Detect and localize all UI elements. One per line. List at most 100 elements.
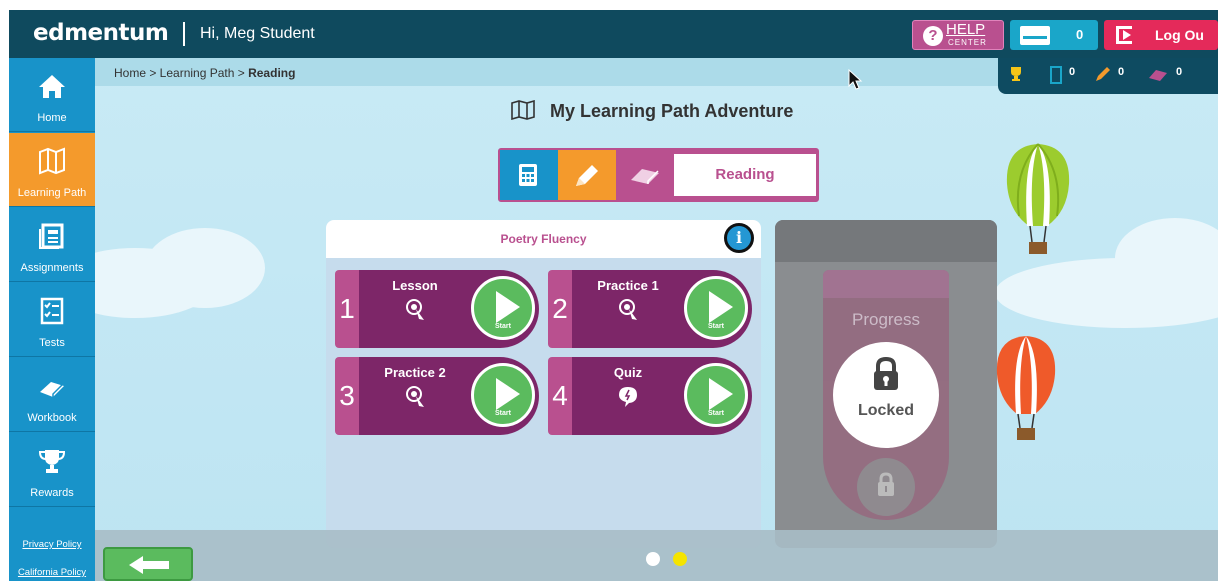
activity-number: 4 (548, 357, 572, 435)
sidebar-item-label: Rewards (30, 487, 74, 499)
start-button[interactable]: Start (471, 363, 535, 427)
quiz-icon (619, 387, 637, 407)
activity-practice-1: 2 Practice 1 Start (548, 270, 752, 348)
sidebar-item-tests[interactable]: Tests (9, 283, 95, 357)
trophy-icon (38, 450, 66, 473)
pencil-icon (1096, 67, 1110, 81)
sidebar-item-label: Home (37, 112, 67, 124)
activity-lesson: 1 Lesson Start (335, 270, 539, 348)
book-icon (631, 169, 659, 184)
activity-practice-2: 3 Practice 2 Start (335, 357, 539, 435)
greeting: Hi, Meg Student (200, 25, 315, 42)
book-count: 0 (1176, 66, 1183, 78)
question-icon: ? (923, 26, 943, 46)
california-policy-link[interactable]: California Policy (9, 567, 95, 578)
sidebar-item-home[interactable]: Home (9, 58, 95, 132)
start-label: Start (708, 323, 724, 330)
calculator-icon (1050, 66, 1062, 84)
sidebar: Home Learning Path Assignments Tests Wor… (9, 58, 95, 581)
start-button[interactable]: Start (684, 276, 748, 340)
practice-icon (406, 386, 424, 407)
activity-body: Lesson Start (359, 270, 539, 348)
progress-panel: Progress Locked (775, 220, 997, 548)
subject-reading-button[interactable] (616, 150, 674, 200)
subject-writing-button[interactable] (558, 150, 616, 200)
balloon-illustration (1006, 143, 1070, 254)
stats-panel: 0 0 0 (998, 58, 1218, 94)
book-icon (40, 382, 64, 397)
logout-icon (1116, 26, 1132, 44)
help-sublabel: CENTER (948, 38, 987, 47)
selected-subject[interactable]: Reading (674, 154, 816, 196)
book-icon (1149, 70, 1167, 81)
cursor-icon (848, 68, 863, 90)
sidebar-item-assignments[interactable]: Assignments (9, 208, 95, 282)
checklist-icon (40, 297, 64, 325)
top-bar: edmentum Hi, Meg Student ? HELP CENTER 0… (9, 10, 1218, 58)
activity-number: 3 (335, 357, 359, 435)
play-icon (709, 291, 733, 323)
logout-button[interactable]: Log Ou (1104, 20, 1218, 50)
module-panel: Poetry Fluency i 1 Lesson Start 2 Practi… (326, 220, 761, 548)
sidebar-item-label: Tests (39, 337, 65, 349)
practice-icon (619, 299, 637, 320)
pencil-icon (576, 165, 598, 186)
activity-quiz: 4 Quiz Start (548, 357, 752, 435)
progress-card-top (823, 270, 949, 298)
help-center-button[interactable]: ? HELP CENTER (912, 20, 1004, 50)
privacy-policy-link[interactable]: Privacy Policy (9, 539, 95, 550)
sidebar-item-label: Assignments (20, 262, 84, 274)
subject-math-button[interactable] (500, 150, 558, 200)
lock-icon (878, 472, 894, 496)
secondary-lock (857, 458, 915, 516)
activity-body: Quiz Start (572, 357, 752, 435)
page-dot-2[interactable] (673, 552, 687, 566)
locked-status: Locked (833, 342, 939, 448)
play-icon (709, 378, 733, 410)
breadcrumb-current: Reading (248, 66, 296, 80)
messages-count: 0 (1076, 27, 1084, 42)
start-button[interactable]: Start (471, 276, 535, 340)
map-icon (39, 147, 65, 175)
play-icon (496, 378, 520, 410)
edmentum-logo: edmentum (33, 20, 169, 46)
breadcrumb: Home > Learning Path > Reading (114, 66, 295, 80)
activity-body: Practice 2 Start (359, 357, 539, 435)
calculator-icon (519, 164, 537, 186)
lesson-icon (406, 299, 424, 320)
progress-header (775, 220, 997, 262)
page-dot-1[interactable] (646, 552, 660, 566)
progress-label: Progress (851, 310, 921, 329)
map-icon (511, 100, 535, 120)
sidebar-item-learning-path[interactable]: Learning Path (9, 133, 95, 207)
sidebar-item-rewards[interactable]: Rewards (9, 433, 95, 507)
balloon-illustration (996, 336, 1056, 440)
module-title: Poetry Fluency (500, 232, 587, 246)
breadcrumb-path[interactable]: Home > Learning Path > (114, 66, 248, 80)
info-icon[interactable]: i (724, 223, 754, 253)
assignments-icon (39, 223, 64, 249)
divider (183, 22, 185, 46)
pencil-count: 0 (1118, 66, 1125, 78)
activity-label: Lesson (392, 278, 438, 293)
activity-label: Practice 1 (597, 278, 659, 293)
back-button[interactable] (103, 547, 193, 581)
sidebar-item-workbook[interactable]: Workbook (9, 358, 95, 432)
module-header: Poetry Fluency i (326, 220, 761, 258)
activity-label: Quiz (613, 365, 643, 380)
envelope-icon (1020, 26, 1050, 45)
start-button[interactable]: Start (684, 363, 748, 427)
messages-button[interactable]: 0 (1010, 20, 1098, 50)
cloud (145, 228, 265, 308)
start-label: Start (708, 410, 724, 417)
page-title: My Learning Path Adventure (550, 101, 794, 121)
trophy-icon (1011, 67, 1021, 81)
activity-number: 2 (548, 270, 572, 348)
calculator-count: 0 (1069, 66, 1076, 78)
sidebar-item-label: Workbook (27, 412, 77, 424)
subject-selector: Reading (498, 148, 819, 202)
arrow-left-icon (129, 556, 169, 574)
sidebar-item-label: Learning Path (17, 187, 87, 199)
lock-icon (874, 356, 898, 390)
home-icon (39, 75, 65, 98)
